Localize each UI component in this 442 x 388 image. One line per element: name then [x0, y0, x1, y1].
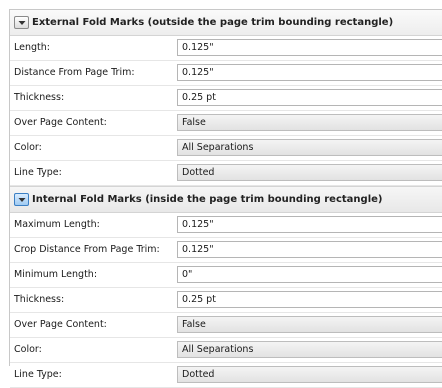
internal-fold-marks-toggle-button[interactable] — [14, 193, 29, 206]
property-label: Thickness: — [14, 92, 65, 103]
color-select[interactable]: All Separations — [177, 139, 442, 156]
property-row-color: Color: All Separations — [10, 136, 442, 161]
internal-fold-marks-header: Internal Fold Marks (inside the page tri… — [10, 186, 442, 213]
property-row-minimum-length: Minimum Length: 0" — [10, 263, 442, 288]
property-label: Distance From Page Trim: — [14, 67, 135, 78]
property-row-over-page-content: Over Page Content: False — [10, 111, 442, 136]
property-label: Maximum Length: — [14, 219, 100, 230]
property-row-thickness: Thickness: 0.25 pt — [10, 86, 442, 111]
property-row-maximum-length: Maximum Length: 0.125" — [10, 213, 442, 238]
property-row-length: Length: 0.125" — [10, 36, 442, 61]
property-row-over-page-content: Over Page Content: False — [10, 313, 442, 338]
property-label: Thickness: — [14, 294, 65, 305]
external-fold-marks-header: External Fold Marks (outside the page tr… — [10, 10, 442, 36]
property-row-distance-from-page-trim: Distance From Page Trim: 0.125" — [10, 61, 442, 86]
thickness-field[interactable]: 0.25 pt — [177, 291, 442, 308]
maximum-length-field[interactable]: 0.125" — [177, 216, 442, 233]
property-label: Line Type: — [14, 167, 62, 178]
line-type-select[interactable]: Dotted — [177, 366, 442, 383]
fold-marks-properties-panel: External Fold Marks (outside the page tr… — [9, 9, 442, 388]
property-label: Crop Distance From Page Trim: — [14, 244, 160, 255]
property-label: Length: — [14, 42, 50, 53]
chevron-down-icon — [18, 20, 25, 25]
distance-from-page-trim-field[interactable]: 0.125" — [177, 64, 442, 81]
thickness-field[interactable]: 0.25 pt — [177, 89, 442, 106]
length-field[interactable]: 0.125" — [177, 39, 442, 56]
property-label: Line Type: — [14, 369, 62, 380]
external-fold-marks-toggle-button[interactable] — [14, 16, 29, 29]
over-page-content-select[interactable]: False — [177, 316, 442, 333]
crop-distance-from-page-trim-field[interactable]: 0.125" — [177, 241, 442, 258]
minimum-length-field[interactable]: 0" — [177, 266, 442, 283]
property-row-color: Color: All Separations — [10, 338, 442, 363]
property-row-line-type: Line Type: Dotted — [10, 161, 442, 186]
chevron-down-icon — [18, 197, 25, 202]
color-select[interactable]: All Separations — [177, 341, 442, 358]
property-row-thickness: Thickness: 0.25 pt — [10, 288, 442, 313]
over-page-content-select[interactable]: False — [177, 114, 442, 131]
property-label: Minimum Length: — [14, 269, 98, 280]
line-type-select[interactable]: Dotted — [177, 164, 442, 181]
property-label: Over Page Content: — [14, 319, 107, 330]
property-label: Color: — [14, 344, 42, 355]
property-row-line-type: Line Type: Dotted — [10, 363, 442, 388]
section-title: Internal Fold Marks (inside the page tri… — [32, 194, 383, 205]
section-title: External Fold Marks (outside the page tr… — [32, 17, 394, 28]
property-label: Over Page Content: — [14, 117, 107, 128]
property-label: Color: — [14, 142, 42, 153]
property-row-crop-distance-from-page-trim: Crop Distance From Page Trim: 0.125" — [10, 238, 442, 263]
